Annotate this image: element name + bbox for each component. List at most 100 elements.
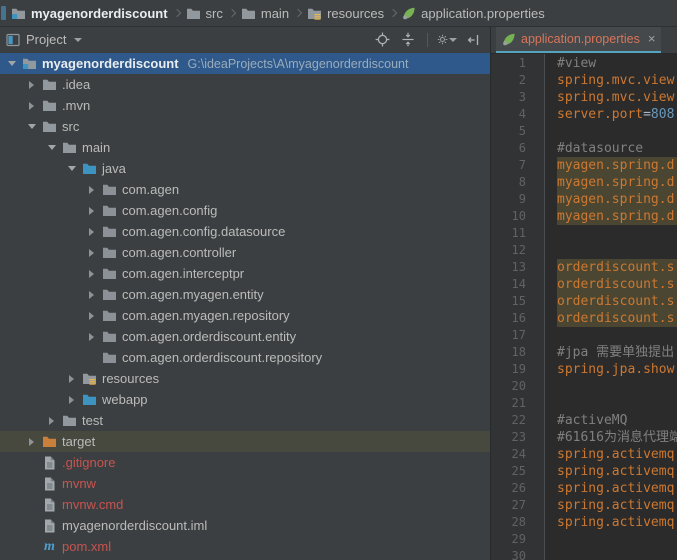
expand-arrow-icon[interactable] (24, 102, 39, 110)
editor-line[interactable]: 7myagen.spring.d (491, 157, 677, 174)
code-text[interactable]: spring.activemq (545, 463, 677, 480)
code-text[interactable]: orderdiscount.s (545, 276, 677, 293)
tab-application-properties[interactable]: application.properties × (496, 27, 661, 53)
code-text[interactable] (545, 378, 677, 395)
editor-line[interactable]: 18#jpa 需要单独提出 (491, 344, 677, 361)
editor-line[interactable]: 3spring.mvc.view (491, 89, 677, 106)
editor-line[interactable]: 10myagen.spring.d (491, 208, 677, 225)
code-text[interactable]: orderdiscount.s (545, 310, 677, 327)
expand-arrow-icon[interactable] (44, 417, 59, 425)
editor-line[interactable]: 20 (491, 378, 677, 395)
tree-row[interactable]: target (0, 431, 490, 452)
expand-arrow-icon[interactable] (84, 228, 99, 236)
expand-arrow-icon[interactable] (64, 396, 79, 404)
code-text[interactable] (545, 225, 677, 242)
code-text[interactable] (545, 531, 677, 548)
editor-line[interactable]: 15orderdiscount.s (491, 293, 677, 310)
editor-line[interactable]: 8myagen.spring.d (491, 174, 677, 191)
code-text[interactable]: #activeMQ (545, 412, 677, 429)
code-text[interactable]: myagen.spring.d (545, 191, 677, 208)
editor-line[interactable]: 28spring.activemq (491, 514, 677, 531)
editor[interactable]: 1#view2spring.mvc.view3spring.mvc.view4s… (491, 54, 677, 560)
code-text[interactable]: spring.mvc.view (545, 72, 677, 89)
editor-line[interactable]: 24spring.activemq (491, 446, 677, 463)
code-text[interactable] (545, 123, 677, 140)
editor-line[interactable]: 26spring.activemq (491, 480, 677, 497)
tree-row[interactable]: com.agen (0, 179, 490, 200)
expand-arrow-icon[interactable] (64, 375, 79, 383)
code-text[interactable]: #datasource (545, 140, 677, 157)
tree-row[interactable]: com.agen.config.datasource (0, 221, 490, 242)
tree-row[interactable]: webapp (0, 389, 490, 410)
breadcrumb-item[interactable]: resources (305, 6, 386, 21)
code-text[interactable]: myagen.spring.d (545, 174, 677, 191)
tree-row[interactable]: com.agen.orderdiscount.entity (0, 326, 490, 347)
editor-line[interactable]: 2spring.mvc.view (491, 72, 677, 89)
expand-arrow-icon[interactable] (84, 249, 99, 257)
code-text[interactable] (545, 242, 677, 259)
locate-icon[interactable] (372, 30, 392, 50)
expand-arrow-icon[interactable] (64, 166, 79, 171)
editor-line[interactable]: 23#61616为消息代理端 (491, 429, 677, 446)
editor-line[interactable]: 16orderdiscount.s (491, 310, 677, 327)
code-text[interactable]: #jpa 需要单独提出 (545, 344, 677, 361)
editor-line[interactable]: 21 (491, 395, 677, 412)
tree-row[interactable]: src (0, 116, 490, 137)
tree-row[interactable]: .mvn (0, 95, 490, 116)
breadcrumb-item[interactable]: src (184, 6, 225, 21)
tree-row[interactable]: main (0, 137, 490, 158)
tree-row[interactable]: mvnw.cmd (0, 494, 490, 515)
expand-arrow-icon[interactable] (84, 207, 99, 215)
editor-line[interactable]: 12 (491, 242, 677, 259)
editor-line[interactable]: 14orderdiscount.s (491, 276, 677, 293)
expand-arrow-icon[interactable] (84, 291, 99, 299)
expand-arrow-icon[interactable] (84, 186, 99, 194)
editor-line[interactable]: 13orderdiscount.s (491, 259, 677, 276)
tree-row[interactable]: java (0, 158, 490, 179)
breadcrumb-item[interactable]: application.properties (400, 6, 547, 21)
tree-row[interactable]: com.agen.controller (0, 242, 490, 263)
code-text[interactable]: myagen.spring.d (545, 157, 677, 174)
expand-arrow-icon[interactable] (24, 124, 39, 129)
tree-row[interactable]: myagenorderdiscountG:\ideaProjects\A\mya… (0, 53, 490, 74)
code-text[interactable]: spring.activemq (545, 446, 677, 463)
editor-line[interactable]: 17 (491, 327, 677, 344)
code-text[interactable]: server.port=808 (545, 106, 677, 123)
code-text[interactable]: orderdiscount.s (545, 293, 677, 310)
editor-line[interactable]: 9myagen.spring.d (491, 191, 677, 208)
code-text[interactable] (545, 548, 677, 560)
code-text[interactable]: #61616为消息代理端 (545, 429, 677, 446)
editor-line[interactable]: 27spring.activemq (491, 497, 677, 514)
editor-line[interactable]: 11 (491, 225, 677, 242)
editor-line[interactable]: 29 (491, 531, 677, 548)
expand-arrow-icon[interactable] (84, 270, 99, 278)
code-text[interactable]: spring.jpa.show (545, 361, 677, 378)
tree-row[interactable]: com.agen.interceptpr (0, 263, 490, 284)
code-text[interactable]: spring.activemq (545, 514, 677, 531)
expand-arrow-icon[interactable] (44, 145, 59, 150)
editor-line[interactable]: 5 (491, 123, 677, 140)
editor-line[interactable]: 1#view (491, 55, 677, 72)
code-text[interactable] (545, 395, 677, 412)
panel-title[interactable]: Project (26, 32, 66, 47)
expand-arrow-icon[interactable] (24, 438, 39, 446)
hide-panel-icon[interactable] (463, 30, 483, 50)
expand-arrow-icon[interactable] (84, 312, 99, 320)
code-text[interactable]: #view (545, 55, 677, 72)
tree-row[interactable]: com.agen.myagen.entity (0, 284, 490, 305)
settings-gear-icon[interactable] (437, 30, 457, 50)
code-text[interactable]: spring.activemq (545, 480, 677, 497)
editor-line[interactable]: 6#datasource (491, 140, 677, 157)
tree-row[interactable]: com.agen.orderdiscount.repository (0, 347, 490, 368)
code-text[interactable]: orderdiscount.s (545, 259, 677, 276)
tree-row[interactable]: mvnw (0, 473, 490, 494)
editor-line[interactable]: 22#activeMQ (491, 412, 677, 429)
editor-line[interactable]: 25spring.activemq (491, 463, 677, 480)
tree-row[interactable]: com.agen.config (0, 200, 490, 221)
tree-row[interactable]: .idea (0, 74, 490, 95)
tree-row[interactable]: resources (0, 368, 490, 389)
breadcrumb-item[interactable]: myagenorderdiscount (9, 6, 170, 21)
close-icon[interactable]: × (648, 34, 656, 44)
tree-row[interactable]: com.agen.myagen.repository (0, 305, 490, 326)
tree-row[interactable]: test (0, 410, 490, 431)
